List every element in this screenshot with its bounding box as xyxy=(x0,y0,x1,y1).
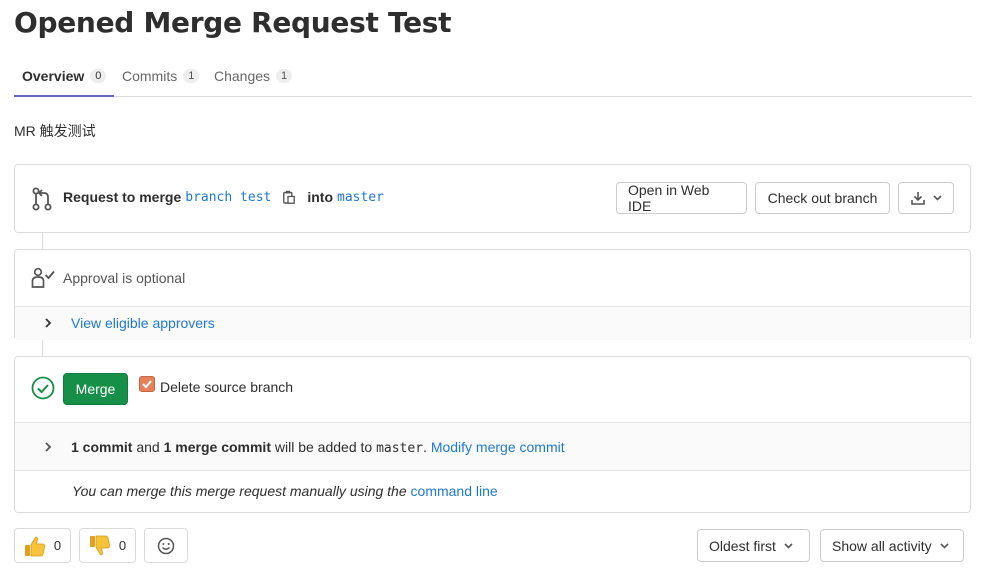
thumbs-down-button[interactable]: 0 xyxy=(79,528,136,563)
manual-merge-row: You can merge this merge request manuall… xyxy=(15,471,970,512)
download-icon xyxy=(910,192,925,205)
command-line-link[interactable]: command line xyxy=(411,483,498,499)
period-text: . xyxy=(423,439,427,455)
manual-merge-label: You can merge this merge request manuall… xyxy=(72,483,407,499)
thumbs-down-count: 0 xyxy=(118,538,127,553)
merge-action-row: Merge Delete source branch xyxy=(15,357,970,422)
open-web-ide-button[interactable]: Open in Web IDE xyxy=(616,182,747,214)
tab-changes-label: Changes xyxy=(214,68,271,84)
thumbs-up-count: 0 xyxy=(53,538,62,553)
sort-order-label: Oldest first xyxy=(709,537,776,554)
tab-changes-count: 1 xyxy=(276,69,293,83)
tab-commits-count: 1 xyxy=(183,69,200,83)
source-branch-link[interactable]: branch test xyxy=(185,190,271,205)
merge-widget: Merge Delete source branch 1 commit and … xyxy=(14,356,971,513)
tab-commits-label: Commits xyxy=(122,68,178,84)
target-branch-name: master xyxy=(376,441,424,456)
checkmark-icon xyxy=(142,380,152,389)
modify-merge-commit-link[interactable]: Modify merge commit xyxy=(431,439,565,455)
delete-source-branch-label[interactable]: Delete source branch xyxy=(160,379,293,395)
merge-commit-count: 1 merge commit xyxy=(163,439,271,455)
request-label: Request to merge xyxy=(63,189,182,205)
commit-summary-text: 1 commit and 1 merge commit will be adde… xyxy=(71,439,565,456)
approvers-toggle-row[interactable]: View eligible approvers xyxy=(15,307,970,340)
add-reaction-button[interactable] xyxy=(144,528,188,563)
mr-description: MR 触发测试 xyxy=(14,123,96,139)
chevron-right-icon[interactable] xyxy=(43,318,53,328)
git-merge-icon xyxy=(32,187,52,211)
activity-filter-label: Show all activity xyxy=(832,537,932,554)
approval-widget: Approval is optional View eligible appro… xyxy=(14,249,971,340)
approval-user-icon xyxy=(31,267,55,288)
tab-overview-count: 0 xyxy=(90,68,107,83)
thumbs-down-emoji xyxy=(89,535,110,555)
download-dropdown-button[interactable] xyxy=(898,182,954,214)
tab-overview-label: Overview xyxy=(22,67,85,84)
activity-filter-dropdown[interactable]: Show all activity xyxy=(820,529,964,562)
merge-request-page: Opened Merge Request Test Overview 0 Com… xyxy=(0,0,987,570)
view-eligible-approvers-link[interactable]: View eligible approvers xyxy=(71,315,215,331)
smiley-icon xyxy=(157,537,175,554)
copy-to-clipboard-icon[interactable] xyxy=(283,190,296,204)
chevron-down-icon xyxy=(940,542,949,549)
merge-button[interactable]: Merge xyxy=(63,373,128,405)
thumbs-up-button[interactable]: 0 xyxy=(14,528,71,563)
commit-info-row[interactable]: 1 commit and 1 merge commit will be adde… xyxy=(15,422,970,471)
sort-order-dropdown[interactable]: Oldest first xyxy=(697,529,810,562)
will-be-added-text: will be added to xyxy=(274,439,373,455)
delete-source-branch-checkbox[interactable] xyxy=(139,376,155,392)
manual-merge-text: You can merge this merge request manuall… xyxy=(72,483,498,499)
target-branch-link[interactable]: master xyxy=(337,190,384,205)
commit-count: 1 commit xyxy=(71,439,133,455)
timeline-connector xyxy=(42,233,43,249)
into-label: into xyxy=(307,189,333,205)
tab-changes[interactable]: Changes 1 xyxy=(206,56,300,96)
chevron-right-icon[interactable] xyxy=(43,442,53,452)
and-text: and xyxy=(136,439,160,455)
chevron-down-icon xyxy=(784,542,793,549)
mr-tabs: Overview 0 Commits 1 Changes 1 xyxy=(14,56,972,97)
chevron-down-icon xyxy=(932,195,942,201)
thumbs-up-emoji xyxy=(24,536,45,556)
timeline-connector xyxy=(42,340,43,356)
request-to-merge-text: Request to merge branch test into master xyxy=(63,189,384,205)
merge-info-widget: Request to merge branch test into master… xyxy=(14,164,971,233)
approval-status-text: Approval is optional xyxy=(63,270,186,286)
tab-commits[interactable]: Commits 1 xyxy=(114,56,207,96)
tab-overview[interactable]: Overview 0 xyxy=(14,56,115,97)
check-out-branch-button[interactable]: Check out branch xyxy=(755,182,890,214)
page-title: Opened Merge Request Test xyxy=(14,6,452,39)
check-circle-icon xyxy=(31,376,55,400)
approval-status-row: Approval is optional xyxy=(15,250,970,307)
